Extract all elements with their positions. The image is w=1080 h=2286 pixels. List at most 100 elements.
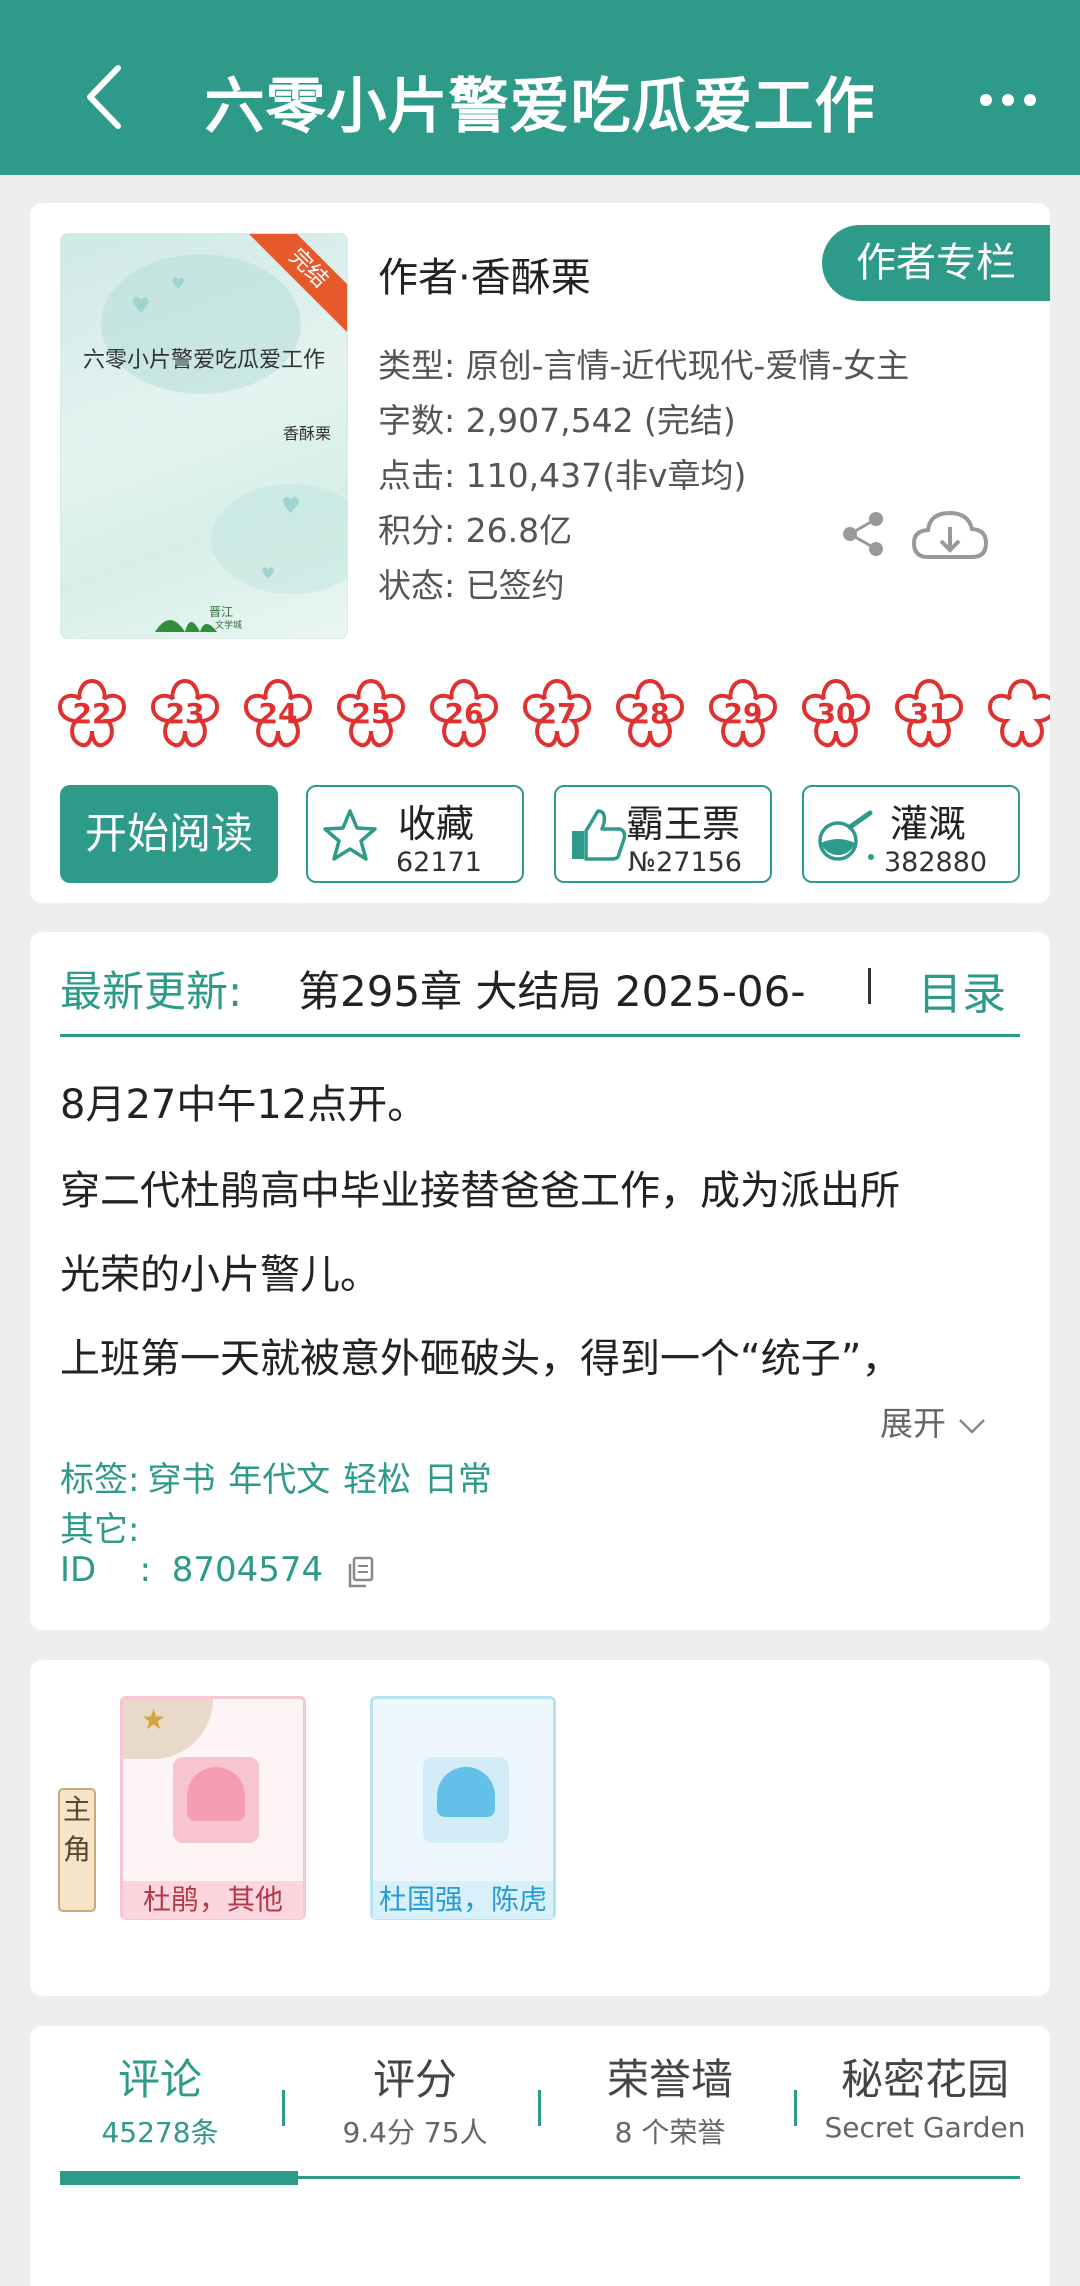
tags-row: 标签: 穿书 年代文 轻松 日常 bbox=[60, 1452, 492, 1501]
character-name: 杜鹃，其他 bbox=[123, 1881, 303, 1919]
publisher-logo-icon: 晋江 文学城 bbox=[155, 605, 242, 632]
tab-title: 荣誉墙 bbox=[606, 2055, 733, 2104]
vote-button[interactable]: 霸王票 №27156 bbox=[554, 785, 772, 883]
card-corner bbox=[123, 1699, 213, 1759]
latest-update-card: 最新更新: 第295章 大结局 2025-06- 目录 8月27中午12点开。 … bbox=[30, 932, 1050, 1630]
flower-badge: 24 bbox=[238, 673, 318, 753]
tab-title: 评论 bbox=[117, 2055, 202, 2104]
description-line: 8月27中午12点开。 bbox=[60, 1082, 428, 1128]
flower-number: 28 bbox=[630, 697, 670, 730]
meta-status: 状态: 已签约 bbox=[378, 566, 565, 605]
flower-badge: 26 bbox=[424, 673, 504, 753]
tab-secret-garden[interactable]: 秘密花园 Secret Garden bbox=[820, 2046, 1030, 2144]
character-name: 杜国强，陈虎 bbox=[373, 1881, 553, 1919]
copy-icon[interactable] bbox=[346, 1556, 374, 1588]
share-icon[interactable] bbox=[838, 509, 888, 559]
water-button[interactable]: 灌溉 382880 bbox=[802, 785, 1020, 883]
flower-badge: 22 bbox=[52, 673, 132, 753]
chevron-down-icon bbox=[958, 1418, 985, 1434]
start-reading-button[interactable]: 开始阅读 bbox=[60, 785, 278, 883]
flower-badge: 30 bbox=[796, 673, 876, 753]
flower-icon bbox=[987, 678, 1050, 748]
heart-icon: ♥ bbox=[171, 274, 186, 293]
flower-number: 31 bbox=[909, 697, 949, 730]
flower-badge: 29 bbox=[703, 673, 783, 753]
tags-value[interactable]: 穿书 年代文 轻松 日常 bbox=[147, 1460, 491, 1500]
heart-icon: ♥ bbox=[131, 294, 151, 319]
flower-rank-row: 22 23 24 25 26 27 28 29 30 31 bbox=[52, 673, 1050, 753]
flask-icon bbox=[818, 810, 874, 861]
water-label: 灌溉 bbox=[890, 802, 967, 846]
latest-chapter-link[interactable]: 第295章 大结局 2025-06- bbox=[298, 958, 854, 1019]
flower-badge: 27 bbox=[517, 673, 597, 753]
divider bbox=[282, 2090, 285, 2126]
flower-badge: 25 bbox=[331, 673, 411, 753]
cover-decoration bbox=[211, 484, 347, 594]
character-card[interactable]: 杜国强，陈虎 bbox=[370, 1696, 556, 1920]
more-dots-icon[interactable] bbox=[978, 88, 1038, 112]
flower-badge: 23 bbox=[145, 673, 225, 753]
download-cloud-icon[interactable] bbox=[910, 505, 990, 565]
bottom-tabs-card: 评论 45278条 评分 9.4分 75人 荣誉墙 8 个荣誉 秘密花园 Sec… bbox=[30, 2026, 1050, 2286]
flower-badge bbox=[982, 673, 1050, 753]
heart-icon: ♥ bbox=[261, 564, 276, 583]
thumbs-up-icon bbox=[572, 809, 627, 861]
tab-subtitle: 8 个荣誉 bbox=[614, 2116, 726, 2149]
divider bbox=[538, 2090, 541, 2126]
author-column-button[interactable]: 作者专栏 bbox=[822, 225, 1050, 301]
divider bbox=[60, 1034, 1020, 1037]
description-line: 上班第一天就被意外砸破头，得到一个“统子”， bbox=[60, 1336, 902, 1382]
meta-type: 类型: 原创-言情-近代现代-爱情-女主 bbox=[378, 346, 910, 385]
avatar bbox=[173, 1757, 259, 1843]
cover-author: 香酥栗 bbox=[282, 424, 331, 443]
vote-label: 霸王票 bbox=[626, 802, 741, 846]
flower-number: 22 bbox=[72, 697, 112, 730]
flower-badge: 28 bbox=[610, 673, 690, 753]
id-value: 8704574 bbox=[171, 1550, 324, 1590]
flower-number: 29 bbox=[723, 697, 763, 730]
collect-count: 62171 bbox=[396, 847, 482, 878]
id-row: ID : 8704574 bbox=[60, 1550, 374, 1590]
description-line: 穿二代杜鹃高中毕业接替爸爸工作，成为派出所 bbox=[60, 1168, 900, 1214]
avatar bbox=[423, 1757, 509, 1843]
flower-number: 24 bbox=[258, 697, 298, 730]
divider bbox=[794, 2090, 797, 2126]
tab-title: 秘密花园 bbox=[840, 2055, 1009, 2104]
flower-number: 30 bbox=[816, 697, 856, 730]
heart-icon: ♥ bbox=[281, 494, 301, 519]
tab-subtitle: Secret Garden bbox=[824, 2111, 1026, 2144]
meta-words: 字数: 2,907,542 (完结) bbox=[378, 401, 736, 440]
character-card[interactable]: ★ 杜鹃，其他 bbox=[120, 1696, 306, 1920]
tab-rating[interactable]: 评分 9.4分 75人 bbox=[315, 2046, 515, 2151]
author-name[interactable]: 作者·香酥栗 bbox=[378, 245, 591, 303]
divider bbox=[868, 968, 871, 1004]
id-label: ID : bbox=[60, 1550, 151, 1590]
tab-honor-wall[interactable]: 荣誉墙 8 个荣誉 bbox=[570, 2046, 770, 2151]
svg-text:晋江: 晋江 bbox=[209, 605, 233, 619]
tab-comments[interactable]: 评论 45278条 bbox=[60, 2046, 260, 2151]
latest-update-label: 最新更新: bbox=[60, 967, 243, 1016]
tab-title: 评分 bbox=[372, 2055, 457, 2104]
flower-number: 26 bbox=[444, 697, 484, 730]
tab-subtitle: 9.4分 75人 bbox=[342, 2116, 488, 2149]
star-icon bbox=[323, 809, 377, 861]
top-app-bar: 六零小片警爱吃瓜爱工作 bbox=[0, 0, 1080, 175]
tab-active-indicator bbox=[60, 2171, 298, 2185]
toc-button[interactable]: 目录 bbox=[918, 958, 1006, 1022]
cover-title: 六零小片警爱吃瓜爱工作 bbox=[82, 348, 325, 373]
book-cover[interactable]: ♥ ♥ ♥ ♥ 六零小片警爱吃瓜爱工作 香酥栗 晋江 文学城 完结 bbox=[60, 233, 348, 639]
flower-number: 25 bbox=[351, 697, 391, 730]
characters-card: 主角 ★ 杜鹃，其他 杜国强，陈虎 bbox=[30, 1660, 1050, 1996]
tags-label: 标签: bbox=[60, 1460, 140, 1500]
tab-subtitle: 45278条 bbox=[101, 2116, 219, 2149]
meta-score: 积分: 26.8亿 bbox=[378, 511, 573, 550]
flower-badge: 31 bbox=[889, 673, 969, 753]
flower-number: 23 bbox=[165, 697, 205, 730]
page-title: 六零小片警爱吃瓜爱工作 bbox=[204, 72, 876, 142]
other-row: 其它: bbox=[60, 1502, 139, 1551]
flower-number: 27 bbox=[537, 697, 577, 730]
expand-button[interactable]: 展开 bbox=[880, 1397, 987, 1445]
collect-button[interactable]: 收藏 62171 bbox=[306, 785, 524, 883]
book-info-card: ♥ ♥ ♥ ♥ 六零小片警爱吃瓜爱工作 香酥栗 晋江 文学城 完结 作者·香酥栗… bbox=[30, 203, 1050, 903]
description-line: 光荣的小片警儿。 bbox=[60, 1252, 380, 1298]
